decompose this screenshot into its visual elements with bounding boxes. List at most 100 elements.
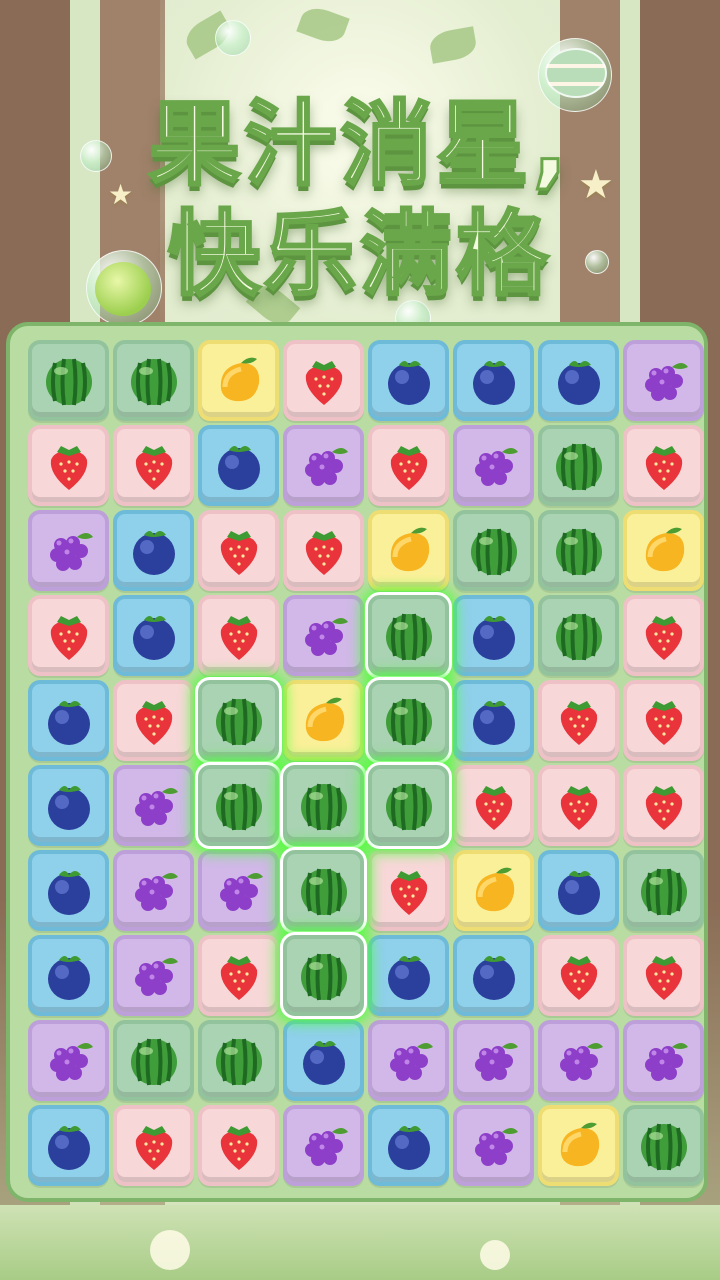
tile-strawberry[interactable]	[538, 680, 619, 761]
tile-watermelon[interactable]	[538, 425, 619, 506]
tile-blueberry[interactable]	[368, 340, 449, 421]
tile-mango[interactable]	[538, 1105, 619, 1186]
tile-blueberry[interactable]	[28, 680, 109, 761]
tile-grape[interactable]	[28, 1020, 109, 1101]
tile-blueberry[interactable]	[368, 1105, 449, 1186]
bubble-decoration	[215, 20, 251, 56]
tile-watermelon[interactable]	[538, 510, 619, 591]
tile-blueberry[interactable]	[198, 425, 279, 506]
tile-strawberry[interactable]	[198, 510, 279, 591]
tile-grape[interactable]	[453, 1105, 534, 1186]
tile-strawberry[interactable]	[453, 765, 534, 846]
grape-icon	[466, 1118, 522, 1174]
grape-icon	[126, 948, 182, 1004]
tile-blueberry[interactable]	[368, 935, 449, 1016]
tile-grape[interactable]	[113, 765, 194, 846]
tile-mango[interactable]	[198, 340, 279, 421]
tile-grape[interactable]	[538, 1020, 619, 1101]
tile-strawberry[interactable]	[198, 935, 279, 1016]
tile-blueberry[interactable]	[538, 340, 619, 421]
tile-strawberry[interactable]	[623, 425, 704, 506]
tile-grape[interactable]	[453, 425, 534, 506]
tile-strawberry[interactable]	[198, 595, 279, 676]
grape-icon	[636, 353, 692, 409]
blueberry-icon	[381, 1118, 437, 1174]
tile-blueberry[interactable]	[453, 595, 534, 676]
tile-mango[interactable]	[623, 510, 704, 591]
tile-blueberry[interactable]	[453, 340, 534, 421]
blueberry-icon	[41, 863, 97, 919]
tile-grape[interactable]	[283, 425, 364, 506]
tile-watermelon[interactable]	[623, 850, 704, 931]
tile-grape[interactable]	[283, 1105, 364, 1186]
grape-icon	[126, 778, 182, 834]
tile-strawberry[interactable]	[113, 1105, 194, 1186]
tile-strawberry[interactable]	[28, 595, 109, 676]
tile-blueberry[interactable]	[283, 1020, 364, 1101]
mango-icon	[551, 1118, 607, 1174]
tile-watermelon[interactable]	[283, 765, 364, 846]
watermelon-icon	[551, 608, 607, 664]
tile-strawberry[interactable]	[113, 680, 194, 761]
tile-mango[interactable]	[283, 680, 364, 761]
tile-grape[interactable]	[623, 1020, 704, 1101]
tile-blueberry[interactable]	[28, 1105, 109, 1186]
tile-grape[interactable]	[623, 340, 704, 421]
tile-grape[interactable]	[283, 595, 364, 676]
watermelon-icon	[551, 438, 607, 494]
tile-blueberry[interactable]	[113, 510, 194, 591]
tile-watermelon[interactable]	[623, 1105, 704, 1186]
tile-watermelon[interactable]	[283, 935, 364, 1016]
tile-strawberry[interactable]	[198, 1105, 279, 1186]
tile-blueberry[interactable]	[453, 935, 534, 1016]
tile-watermelon[interactable]	[368, 595, 449, 676]
tile-watermelon[interactable]	[198, 680, 279, 761]
tile-blueberry[interactable]	[28, 850, 109, 931]
tile-grape[interactable]	[113, 850, 194, 931]
tile-blueberry[interactable]	[28, 765, 109, 846]
strawberry-icon	[296, 523, 352, 579]
tile-grape[interactable]	[453, 1020, 534, 1101]
tile-strawberry[interactable]	[538, 935, 619, 1016]
tile-watermelon[interactable]	[368, 680, 449, 761]
tile-watermelon[interactable]	[283, 850, 364, 931]
tile-mango[interactable]	[368, 510, 449, 591]
tile-watermelon[interactable]	[538, 595, 619, 676]
tile-strawberry[interactable]	[623, 680, 704, 761]
tile-blueberry[interactable]	[453, 680, 534, 761]
tile-blueberry[interactable]	[538, 850, 619, 931]
tile-grape[interactable]	[198, 850, 279, 931]
blueberry-icon	[126, 608, 182, 664]
tile-strawberry[interactable]	[623, 935, 704, 1016]
tile-watermelon[interactable]	[198, 765, 279, 846]
tile-watermelon[interactable]	[113, 340, 194, 421]
tile-strawberry[interactable]	[368, 850, 449, 931]
blueberry-icon	[41, 778, 97, 834]
tile-grape[interactable]	[28, 510, 109, 591]
watermelon-icon	[296, 863, 352, 919]
tile-strawberry[interactable]	[368, 425, 449, 506]
tile-watermelon[interactable]	[368, 765, 449, 846]
blueberry-icon	[41, 693, 97, 749]
grape-icon	[211, 863, 267, 919]
tile-grape[interactable]	[113, 935, 194, 1016]
tile-watermelon[interactable]	[113, 1020, 194, 1101]
tile-mango[interactable]	[453, 850, 534, 931]
tile-watermelon[interactable]	[453, 510, 534, 591]
grape-icon	[466, 1033, 522, 1089]
tile-strawberry[interactable]	[623, 765, 704, 846]
tile-strawberry[interactable]	[623, 595, 704, 676]
tile-strawberry[interactable]	[28, 425, 109, 506]
tile-strawberry[interactable]	[113, 425, 194, 506]
strawberry-icon	[296, 353, 352, 409]
tile-blueberry[interactable]	[28, 935, 109, 1016]
watermelon-icon	[126, 1033, 182, 1089]
tile-strawberry[interactable]	[283, 510, 364, 591]
blueberry-icon	[466, 353, 522, 409]
tile-grape[interactable]	[368, 1020, 449, 1101]
tile-strawberry[interactable]	[538, 765, 619, 846]
tile-blueberry[interactable]	[113, 595, 194, 676]
tile-watermelon[interactable]	[198, 1020, 279, 1101]
tile-strawberry[interactable]	[283, 340, 364, 421]
tile-watermelon[interactable]	[28, 340, 109, 421]
